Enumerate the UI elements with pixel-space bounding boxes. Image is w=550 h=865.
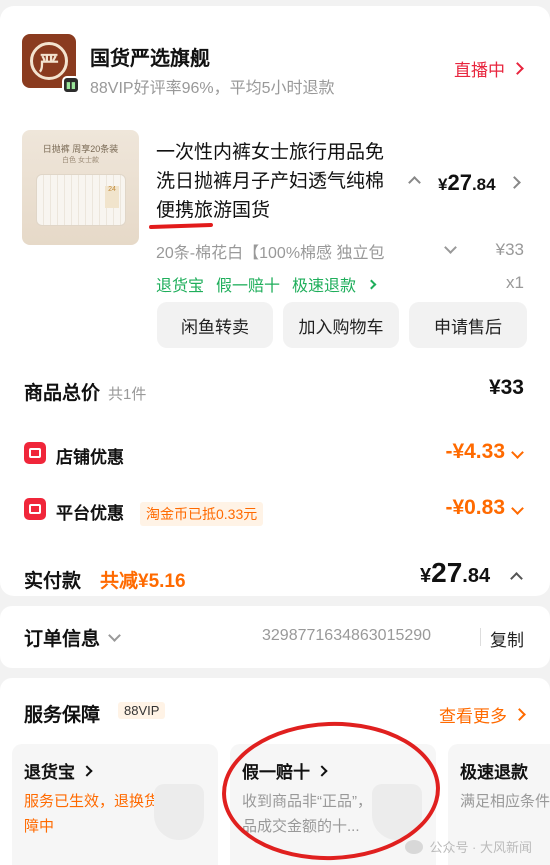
add-to-cart-button[interactable]: 加入购物车 — [283, 302, 399, 348]
paid-decimal: .84 — [462, 565, 491, 587]
price-decimal: .84 — [471, 175, 496, 194]
divider — [480, 628, 481, 646]
chevron-up-icon[interactable] — [408, 176, 421, 189]
order-detail-card: 严 ▮▮ 国货严选旗舰 88VIP好评率96%，平均5小时退款 直播中 日抛裤 … — [0, 6, 550, 596]
total-count: 共1件 — [108, 386, 147, 403]
paid-saving: 共减¥5.16 — [100, 571, 186, 592]
service-tag: 极速退款 — [292, 278, 357, 295]
watermark: 公众号 · 大风新闻 — [405, 837, 532, 856]
service-title: 服务保障 — [24, 705, 101, 726]
service-card-name: 极速退款 — [460, 763, 528, 782]
store-coupon-icon — [24, 442, 46, 464]
chevron-down-icon — [108, 629, 121, 642]
chevron-down-icon[interactable] — [444, 241, 457, 254]
thumb-text-line2: 白色 女士款 — [62, 157, 99, 164]
product-title[interactable]: 一次性内裤女士旅行用品免洗日抛裤月子产妇透气纯棉便携旅游国货 — [156, 138, 396, 225]
live-label: 直播中 — [454, 61, 505, 80]
platform-coupon-icon — [24, 498, 46, 520]
service-card-name: 退货宝 — [24, 763, 75, 782]
store-name[interactable]: 国货严选旗舰 — [90, 42, 210, 71]
chevron-right-icon — [511, 62, 524, 75]
chevron-right-icon — [81, 764, 93, 777]
copy-button[interactable]: 复制 — [490, 626, 524, 651]
order-info-card: 订单信息 3298771634863015290 复制 — [0, 606, 550, 668]
order-number: 3298771634863015290 — [262, 627, 432, 644]
chevron-right-icon — [513, 708, 526, 721]
shop-discount-amount: -¥4.33 — [445, 440, 505, 463]
wechat-icon — [405, 839, 424, 854]
thumb-text-line1: 日抛裤 周享20条装 — [42, 144, 119, 154]
service-tags[interactable]: 退货宝 假一赔十 极速退款 — [156, 272, 377, 296]
shield-icon — [154, 784, 204, 840]
live-link[interactable]: 直播中 — [454, 56, 524, 81]
thumb-tag: 24 — [105, 186, 119, 208]
view-more-label: 查看更多 — [439, 707, 507, 726]
paid-value: ¥27.84 — [420, 557, 490, 589]
chevron-up-icon[interactable] — [510, 572, 523, 585]
service-tag: 假一赔十 — [216, 278, 281, 295]
resell-button[interactable]: 闲鱼转卖 — [157, 302, 273, 348]
paid-currency: ¥ — [420, 565, 432, 587]
chevron-right-icon[interactable] — [508, 176, 521, 189]
store-logo[interactable]: 严 ▮▮ — [22, 34, 80, 94]
product-price: ¥27.84 — [438, 170, 496, 196]
platform-discount-label: 平台优惠 — [56, 504, 124, 523]
after-sale-button[interactable]: 申请售后 — [409, 302, 527, 348]
sku-price: ¥33 — [495, 240, 524, 259]
price-integer: 27 — [447, 170, 472, 195]
total-label-text: 商品总价 — [24, 383, 101, 404]
shop-discount-label: 店铺优惠 — [56, 448, 124, 467]
platform-discount-amount: -¥0.83 — [445, 496, 505, 519]
paid-label: 实付款 — [24, 571, 82, 592]
chevron-right-icon — [366, 279, 377, 289]
platform-discount-value[interactable]: -¥0.83 — [445, 496, 524, 520]
product-thumbnail[interactable]: 日抛裤 周享20条装 白色 女士款 24 — [22, 130, 139, 245]
annotation-underline — [148, 222, 214, 230]
total-price-value: ¥33 — [488, 376, 524, 399]
shop-discount-value[interactable]: -¥4.33 — [445, 440, 524, 464]
order-info-toggle[interactable]: 订单信息 — [24, 624, 121, 651]
paid-integer: 27 — [431, 557, 463, 588]
chevron-down-icon — [511, 501, 524, 515]
service-card-return-insurance[interactable]: 退货宝 服务已生效，退换货运费保障中 — [12, 744, 218, 865]
service-tag: 退货宝 — [156, 278, 205, 295]
watermark-text: 公众号 · 大风新闻 — [429, 840, 532, 855]
product-sku[interactable]: 20条-棉花白【100%棉感 独立包 — [156, 239, 436, 263]
live-tag-icon: ▮▮ — [62, 76, 80, 94]
total-price-label: 商品总价 共1件 — [24, 378, 146, 405]
store-subtitle: 88VIP好评率96%，平均5小时退款 — [90, 80, 335, 97]
service-card-desc: 满足相应条件，速退款到账 — [460, 793, 550, 810]
quantity: x1 — [506, 273, 524, 292]
store-logo-mark: 严 — [30, 42, 68, 80]
view-more-link[interactable]: 查看更多 — [439, 702, 526, 727]
order-info-label: 订单信息 — [24, 629, 101, 650]
chevron-down-icon — [511, 445, 524, 459]
coin-deduction-tag: 淘金币已抵0.33元 — [140, 502, 264, 526]
vip-badge: 88VIP — [118, 702, 166, 719]
